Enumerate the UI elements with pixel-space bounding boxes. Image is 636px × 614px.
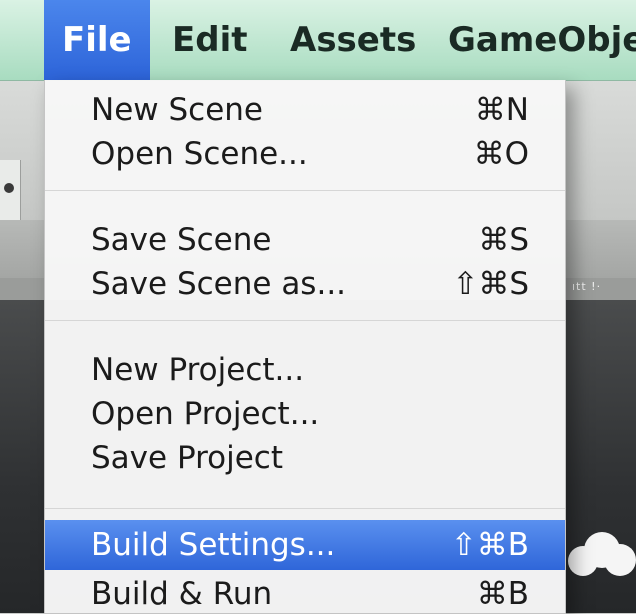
cloud-icon xyxy=(568,532,636,578)
menu-item-label: Build & Run xyxy=(91,576,273,612)
menu-item-label: Save Project xyxy=(91,440,284,476)
menu-item-open-scene[interactable]: Open Scene... ⌘O xyxy=(45,132,565,176)
menu-item-shortcut: ⇧⌘S xyxy=(452,266,529,302)
menu-edit[interactable]: Edit xyxy=(172,0,247,80)
tab-indicator-icon xyxy=(4,183,14,193)
menu-separator xyxy=(45,508,565,509)
menu-item-label: New Project... xyxy=(91,352,305,388)
scene-toolbar-text: ıtt !· xyxy=(572,280,602,293)
menu-item-label: Open Project... xyxy=(91,396,320,432)
file-menu-dropdown: New Scene ⌘N Open Scene... ⌘O Save Scene… xyxy=(44,80,566,614)
menu-item-new-scene[interactable]: New Scene ⌘N xyxy=(45,88,565,132)
menu-separator xyxy=(45,190,565,191)
menu-item-build-and-run[interactable]: Build & Run ⌘B xyxy=(45,572,565,613)
menu-item-new-project[interactable]: New Project... xyxy=(45,348,565,392)
menu-assets[interactable]: Assets xyxy=(290,0,416,80)
menu-item-shortcut: ⌘O xyxy=(473,136,529,172)
menu-item-shortcut: ⇧⌘B xyxy=(450,527,529,563)
menu-item-save-project[interactable]: Save Project xyxy=(45,436,565,480)
menu-gameobject[interactable]: GameObje xyxy=(448,0,636,80)
menu-item-label: Save Scene xyxy=(91,222,272,258)
menu-file[interactable]: File xyxy=(44,0,150,80)
menu-item-open-project[interactable]: Open Project... xyxy=(45,392,565,436)
menu-item-save-scene-as[interactable]: Save Scene as... ⇧⌘S xyxy=(45,262,565,306)
menu-item-label: Build Settings... xyxy=(91,527,336,563)
menu-bar: File Edit Assets GameObje xyxy=(0,0,636,81)
menu-item-label: Save Scene as... xyxy=(91,266,347,302)
menu-item-label: Open Scene... xyxy=(91,136,308,172)
menu-item-shortcut: ⌘N xyxy=(474,92,529,128)
menu-item-label: New Scene xyxy=(91,92,263,128)
menu-item-build-settings[interactable]: Build Settings... ⇧⌘B xyxy=(45,520,565,570)
menu-item-shortcut: ⌘B xyxy=(476,576,529,612)
menu-item-save-scene[interactable]: Save Scene ⌘S xyxy=(45,218,565,262)
menu-item-shortcut: ⌘S xyxy=(478,222,529,258)
menu-separator xyxy=(45,320,565,321)
